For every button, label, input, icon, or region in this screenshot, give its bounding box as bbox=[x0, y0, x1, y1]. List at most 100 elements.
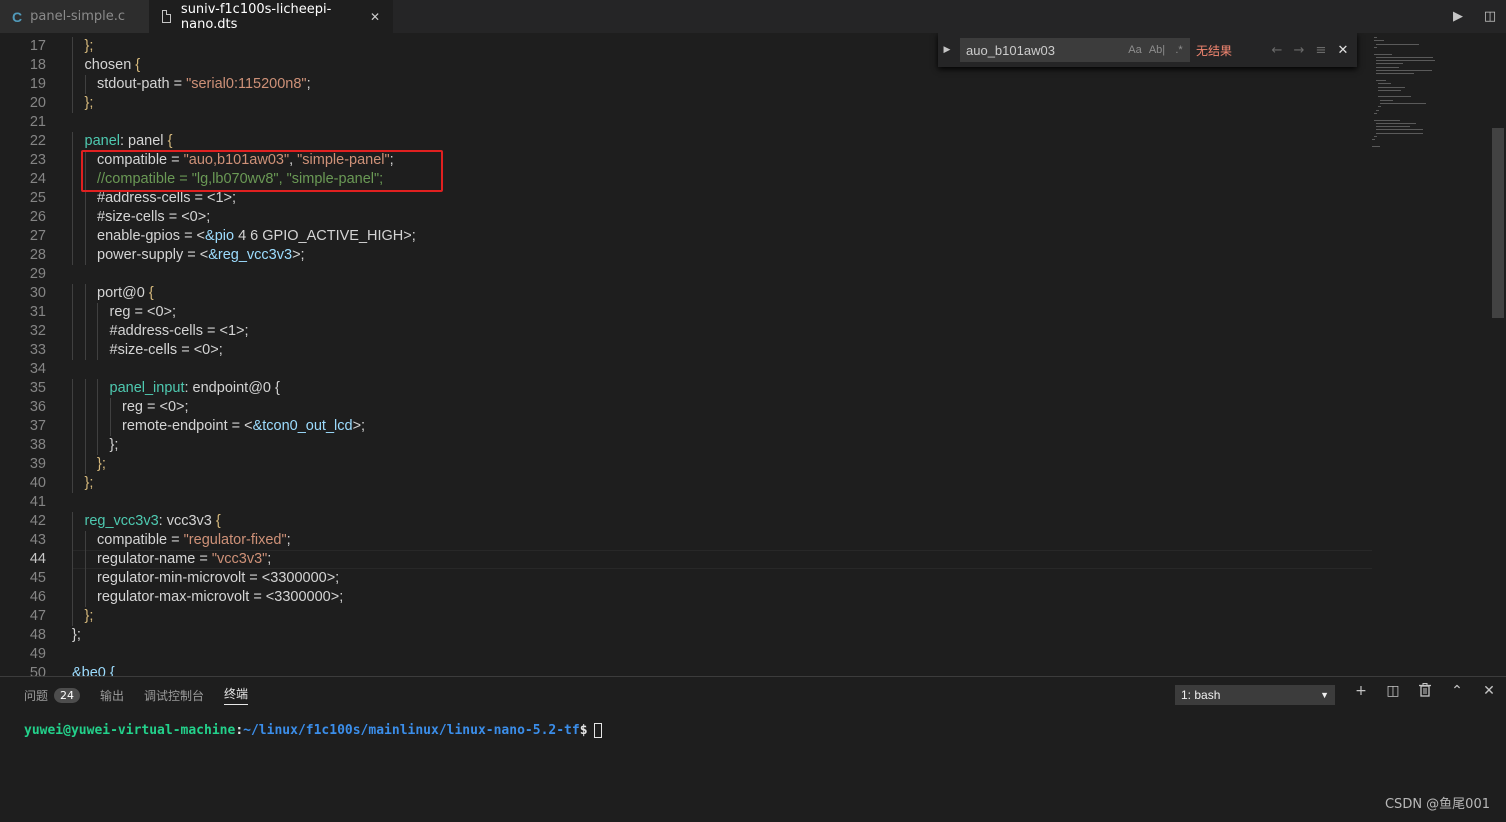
indent-guide bbox=[72, 417, 73, 436]
code-line[interactable]: 39}; bbox=[0, 455, 1370, 474]
minimap-line bbox=[1376, 60, 1435, 62]
terminal-select[interactable]: 1: bash ▼ bbox=[1175, 685, 1335, 705]
code-line[interactable]: 45 regulator-min-microvolt = <3300000>; bbox=[0, 569, 1370, 588]
match-case-icon[interactable]: Aa bbox=[1124, 44, 1146, 56]
code-line[interactable]: 40}; bbox=[0, 474, 1370, 493]
code-line[interactable]: 37 remote-endpoint = <&tcon0_out_lcd>; bbox=[0, 417, 1370, 436]
indent-guide bbox=[84, 550, 86, 569]
code-line[interactable]: 34 bbox=[0, 360, 1370, 379]
code-line[interactable]: 43 compatible = "regulator-fixed"; bbox=[0, 531, 1370, 550]
terminal-separator: : bbox=[235, 723, 244, 738]
find-input[interactable]: auo_b101aw03 Aa Ab| .* bbox=[960, 38, 1190, 62]
line-number: 20 bbox=[29, 95, 46, 111]
minimap[interactable] bbox=[1370, 33, 1490, 676]
indent-guide bbox=[97, 436, 98, 455]
indent-guide bbox=[72, 322, 73, 341]
code-text: reg = <0>; bbox=[110, 303, 177, 322]
code-line[interactable]: 44 regulator-name = "vcc3v3"; bbox=[0, 550, 1370, 569]
tab-debug-console[interactable]: 调试控制台 bbox=[144, 687, 204, 704]
code-text: port@0 { bbox=[97, 284, 154, 303]
tab-close-icon[interactable]: ✕ bbox=[370, 10, 380, 24]
minimap-line bbox=[1374, 46, 1377, 48]
code-line[interactable]: 38}; bbox=[0, 436, 1370, 455]
indent-guide bbox=[72, 37, 73, 56]
code-line[interactable]: 31 reg = <0>; bbox=[0, 303, 1370, 322]
code-token: reg = <0>; bbox=[122, 399, 189, 415]
code-line[interactable]: 36 reg = <0>; bbox=[0, 398, 1370, 417]
previous-match-icon[interactable]: ← bbox=[1266, 43, 1288, 58]
code-text: }; bbox=[85, 94, 94, 113]
minimap-line bbox=[1376, 126, 1410, 128]
code-line[interactable]: 22 panel: panel { bbox=[0, 132, 1370, 151]
tab-terminal[interactable]: 终端 bbox=[224, 685, 249, 705]
code-line[interactable]: 42 reg_vcc3v3: vcc3v3 { bbox=[0, 512, 1370, 531]
code-line[interactable]: 46 regulator-max-microvolt = <3300000>; bbox=[0, 588, 1370, 607]
code-line[interactable]: 26 #size-cells = <0>; bbox=[0, 208, 1370, 227]
code-line[interactable]: 49 bbox=[0, 645, 1370, 664]
tab-suniv-dts[interactable]: suniv-f1c100s-licheepi-nano.dts ✕ bbox=[150, 0, 393, 33]
terminal-dollar: $ bbox=[579, 723, 588, 738]
line-number: 27 bbox=[29, 228, 46, 244]
run-icon[interactable]: ▶ bbox=[1442, 9, 1474, 24]
minimap-line bbox=[1374, 40, 1385, 42]
split-terminal-icon[interactable]: ◫ bbox=[1377, 683, 1409, 701]
split-editor-icon[interactable]: ◫ bbox=[1474, 9, 1506, 24]
code-line[interactable]: 29 bbox=[0, 265, 1370, 284]
code-line[interactable]: 35 panel_input: endpoint@0 { bbox=[0, 379, 1370, 398]
editor-tab-bar: C panel-simple.c suniv-f1c100s-licheepi-… bbox=[0, 0, 1506, 33]
code-text: power-supply = <&reg_vcc3v3>; bbox=[97, 246, 305, 265]
code-line[interactable]: 20}; bbox=[0, 94, 1370, 113]
close-panel-icon[interactable]: ✕ bbox=[1473, 683, 1505, 701]
code-token: &tcon0_out_lcd bbox=[252, 418, 353, 434]
terminal-prompt[interactable]: yuwei@yuwei-virtual-machine:~/linux/f1c1… bbox=[24, 723, 602, 738]
minimap-line bbox=[1378, 83, 1391, 85]
code-text: }; bbox=[85, 37, 94, 56]
code-line[interactable]: 32 #address-cells = <1>; bbox=[0, 322, 1370, 341]
toggle-replace-icon[interactable]: ▶ bbox=[938, 45, 956, 55]
maximize-panel-icon[interactable]: ⌃ bbox=[1441, 683, 1473, 701]
editor-scrollbar[interactable] bbox=[1490, 33, 1506, 676]
code-line[interactable]: 33 #size-cells = <0>; bbox=[0, 341, 1370, 360]
line-number: 37 bbox=[29, 418, 46, 434]
code-token: &pio bbox=[205, 228, 235, 244]
scrollbar-thumb[interactable] bbox=[1492, 128, 1504, 318]
line-number: 47 bbox=[29, 608, 46, 624]
tab-output[interactable]: 输出 bbox=[100, 687, 124, 704]
code-token: { bbox=[135, 57, 141, 73]
code-line[interactable]: 47}; bbox=[0, 607, 1370, 626]
indent-guide bbox=[84, 417, 86, 436]
code-text: enable-gpios = <&pio 4 6 GPIO_ACTIVE_HIG… bbox=[97, 227, 416, 246]
code-editor[interactable]: 17}; 18 chosen {19 stdout-path = "serial0:1… bbox=[0, 33, 1506, 676]
code-line[interactable]: 27 enable-gpios = <&pio 4 6 GPIO_ACTIVE_H… bbox=[0, 227, 1370, 246]
code-token: &be0 { bbox=[72, 665, 115, 676]
line-number: 33 bbox=[29, 342, 46, 358]
code-token: port@0 bbox=[97, 285, 149, 301]
code-token: #address-cells = <1>; bbox=[97, 190, 237, 206]
code-line[interactable]: 48}; bbox=[0, 626, 1370, 645]
code-line[interactable]: 50 &be0 { bbox=[0, 664, 1370, 676]
minimap-line bbox=[1380, 99, 1393, 101]
code-line[interactable]: 41 bbox=[0, 493, 1370, 512]
code-line[interactable]: 28 power-supply = <&reg_vcc3v3>; bbox=[0, 246, 1370, 265]
trash-icon[interactable] bbox=[1409, 683, 1441, 701]
code-text: #address-cells = <1>; bbox=[110, 322, 249, 341]
new-terminal-icon[interactable]: + bbox=[1345, 683, 1377, 701]
close-find-icon[interactable]: ✕ bbox=[1332, 43, 1354, 58]
indent-guide bbox=[84, 379, 86, 398]
next-match-icon[interactable]: → bbox=[1288, 43, 1310, 58]
tab-label: 问题 bbox=[24, 688, 49, 703]
code-line[interactable]: 30 port@0 { bbox=[0, 284, 1370, 303]
line-number: 38 bbox=[29, 437, 46, 453]
code-token: panel_input bbox=[109, 380, 185, 396]
whole-word-icon[interactable]: Ab| bbox=[1146, 44, 1168, 56]
indent-guide bbox=[109, 417, 111, 436]
code-line[interactable]: 19 stdout-path = "serial0:115200n8"; bbox=[0, 75, 1370, 94]
code-token: regulator-name = bbox=[97, 551, 212, 567]
find-in-selection-icon[interactable]: ≡ bbox=[1310, 43, 1332, 58]
regex-icon[interactable]: .* bbox=[1168, 44, 1190, 56]
code-token: "regulator-fixed" bbox=[183, 532, 287, 548]
annotation-red-box bbox=[81, 150, 443, 192]
code-line[interactable]: 21 bbox=[0, 113, 1370, 132]
tab-problems[interactable]: 问题 24 bbox=[24, 687, 81, 704]
tab-panel-simple-c[interactable]: C panel-simple.c bbox=[0, 0, 150, 33]
